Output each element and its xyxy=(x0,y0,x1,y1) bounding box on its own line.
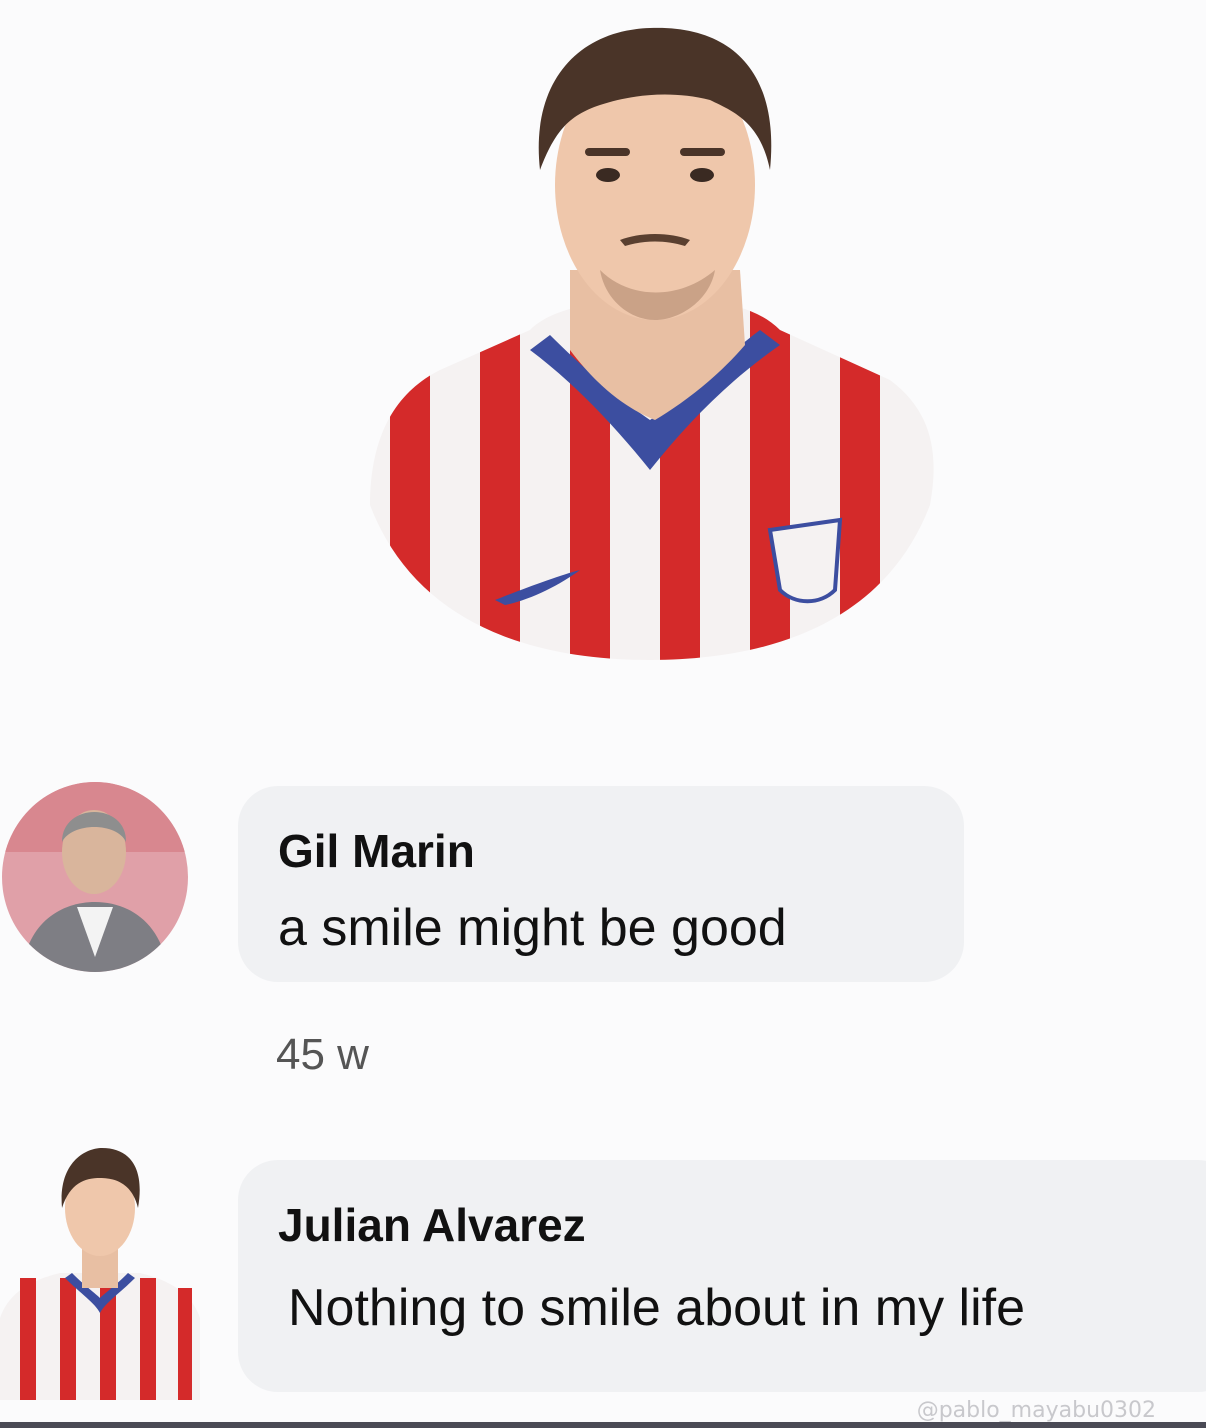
comment-author[interactable]: Gil Marin xyxy=(278,824,475,878)
comment-text: Nothing to smile about in my life xyxy=(288,1279,1026,1337)
post-profile-image xyxy=(330,0,970,672)
avatar-gil-marin[interactable] xyxy=(2,782,188,972)
comment-bubble-1: Gil Marin a smile might be good xyxy=(238,786,964,982)
avatar-julian-alvarez[interactable] xyxy=(0,1138,200,1400)
comment-text: a smile might be good xyxy=(278,899,787,957)
bottom-divider xyxy=(0,1422,1206,1428)
comment-author[interactable]: Julian Alvarez xyxy=(278,1198,586,1252)
comment-timestamp: 45 w xyxy=(276,1030,369,1079)
watermark: @pablo_mayabu0302 xyxy=(916,1398,1156,1423)
comment-bubble-2: Julian Alvarez Nothing to smile about in… xyxy=(238,1160,1206,1392)
